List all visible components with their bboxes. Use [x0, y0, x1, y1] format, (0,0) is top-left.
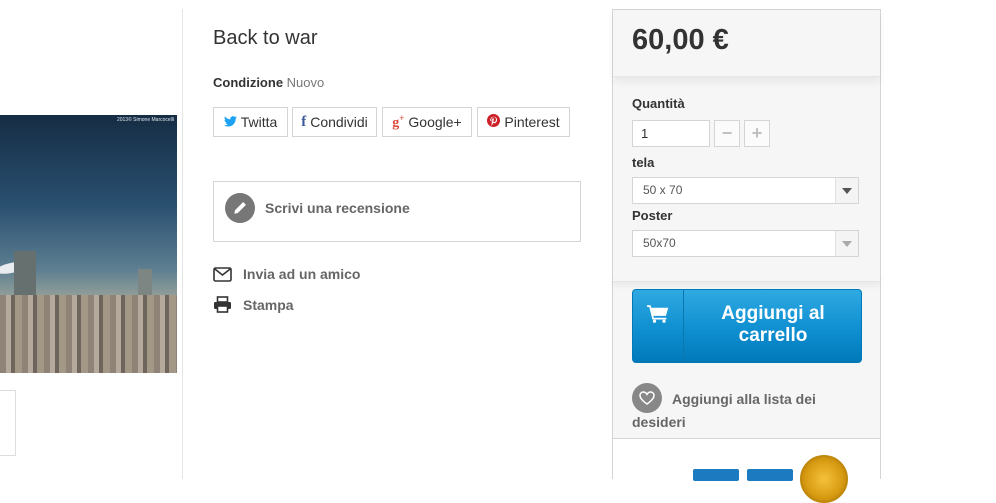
envelope-icon	[213, 266, 232, 282]
condition-label: Condizione	[213, 75, 284, 90]
add-to-cart-label: Aggiungi al carrello	[721, 303, 825, 346]
product-title: Back to war	[213, 27, 318, 49]
share-facebook-button[interactable]: f Condividi	[292, 107, 377, 137]
pinterest-icon	[487, 114, 501, 130]
minus-icon: −	[721, 123, 733, 143]
product-price: 60,00 €	[632, 24, 729, 56]
product-image[interactable]: 2013© Simone Marcocelli	[0, 115, 177, 373]
product-image-column: 2013© Simone Marcocelli	[0, 9, 183, 479]
poster-select[interactable]: 50x70	[632, 230, 859, 257]
chevron-down-icon	[835, 231, 858, 256]
price-area: 60,00 €	[613, 10, 880, 77]
chevron-down-icon	[835, 178, 858, 203]
share-pinterest-button[interactable]: Pinterest	[477, 107, 570, 137]
cart-icon	[633, 290, 684, 362]
product-condition: Condizione Nuovo	[213, 75, 324, 90]
quantity-plus-button[interactable]: +	[744, 120, 770, 147]
twitter-icon	[223, 115, 237, 130]
quantity-minus-button[interactable]: −	[714, 120, 740, 147]
poster-label: Poster	[632, 208, 673, 223]
google-plus-icon: g+	[392, 112, 405, 131]
quantity-input[interactable]: 1	[632, 120, 710, 147]
guarantee-seal-icon	[800, 455, 848, 503]
facebook-icon: f	[301, 113, 307, 130]
condition-value: Nuovo	[286, 75, 325, 90]
image-credit: 2013© Simone Marcocelli	[116, 117, 174, 123]
share-twitter-button[interactable]: Twitta	[213, 107, 288, 137]
send-to-friend-link[interactable]: Invia ad un amico	[213, 266, 360, 282]
tela-label: tela	[632, 155, 655, 170]
payment-badges-area	[613, 438, 880, 503]
write-review-label: Scrivi una recensione	[265, 200, 410, 216]
write-review-box[interactable]: Scrivi una recensione	[213, 181, 581, 242]
quantity-label: Quantità	[632, 96, 685, 111]
add-to-wishlist-link[interactable]: Aggiungi alla lista dei desideri	[632, 388, 832, 434]
plus-icon: +	[751, 123, 763, 143]
buy-box: 60,00 € Quantità 1 − + tela 50 x 70 Post…	[612, 9, 881, 503]
add-to-cart-button[interactable]: Aggiungi al carrello	[632, 289, 862, 363]
tela-select[interactable]: 50 x 70	[632, 177, 859, 204]
thumbnail-box[interactable]	[0, 390, 16, 456]
share-googleplus-button[interactable]: g+ Google+	[382, 107, 472, 137]
printer-icon	[213, 296, 232, 313]
pencil-icon	[225, 193, 255, 223]
print-link[interactable]: Stampa	[213, 296, 294, 313]
